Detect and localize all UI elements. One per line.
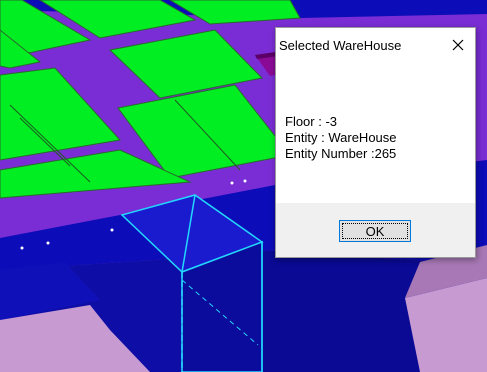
- entity-number-line: Entity Number :265: [285, 146, 397, 161]
- entity-line: Entity : WareHouse: [285, 130, 397, 145]
- dialog-titlebar[interactable]: Selected WareHouse: [276, 28, 475, 62]
- floor-line: Floor : -3: [285, 114, 338, 129]
- selected-warehouse-dialog[interactable]: Selected WareHouse Floor : -3 Entity : W…: [275, 27, 476, 258]
- dialog-footer: OK: [276, 203, 475, 257]
- ok-button[interactable]: OK: [339, 220, 411, 242]
- close-button[interactable]: [443, 32, 473, 58]
- dialog-title: Selected WareHouse: [279, 38, 402, 53]
- close-icon: [452, 39, 464, 51]
- ok-button-label: OK: [365, 223, 385, 239]
- viewport-3d[interactable]: Selected WareHouse Floor : -3 Entity : W…: [0, 0, 487, 372]
- dialog-body: Floor : -3 Entity : WareHouse Entity Num…: [276, 62, 475, 203]
